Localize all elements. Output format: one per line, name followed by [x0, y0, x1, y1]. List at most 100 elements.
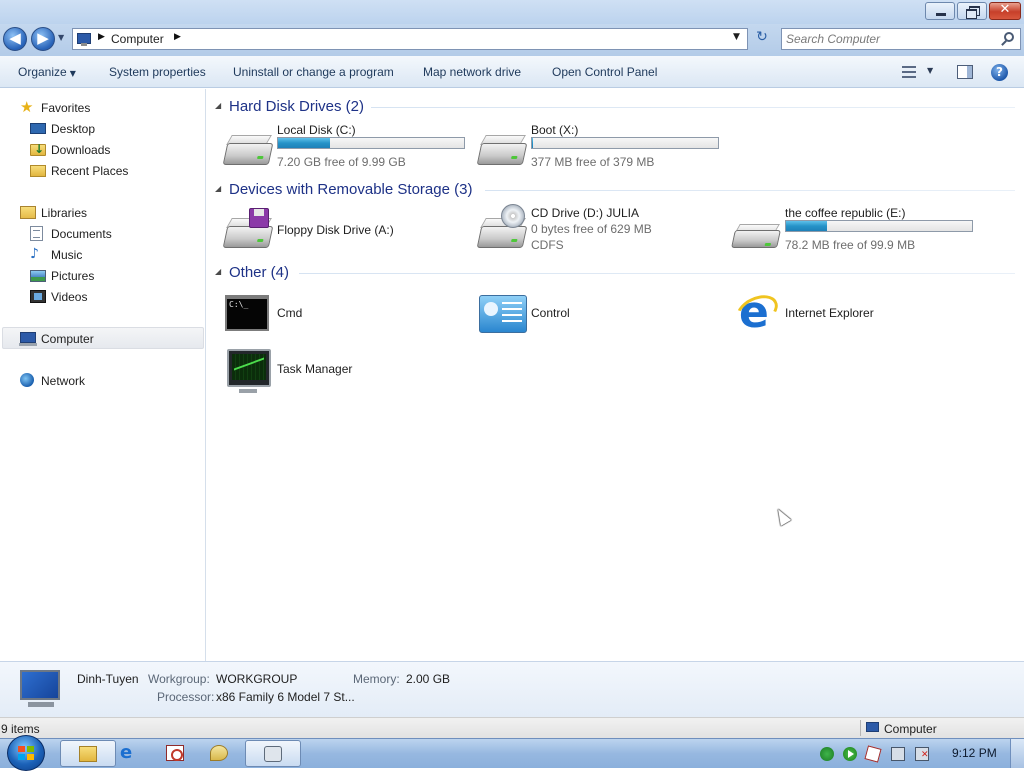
usage-bar — [277, 137, 465, 149]
group-title: Other (4) — [229, 264, 290, 281]
removable-drive-icon — [731, 214, 781, 254]
search-input[interactable] — [786, 31, 986, 47]
usage-bar-fill — [786, 221, 827, 231]
sidebar-item-label: Network — [41, 374, 86, 388]
status-bar: 9 items Computer — [0, 717, 1024, 738]
shortcut-name: Cmd — [277, 306, 303, 320]
internet-explorer-icon: e — [731, 289, 783, 335]
map-network-drive-button[interactable]: Map network drive — [423, 65, 521, 79]
cd-drive-icon — [476, 204, 528, 254]
organize-label: Organize — [18, 65, 67, 79]
drive-name: CD Drive (D:) JULIA — [531, 206, 640, 220]
preview-pane-icon[interactable] — [957, 65, 973, 79]
organize-button[interactable]: Organize ▼ — [18, 65, 76, 79]
drive-free-space: 0 bytes free of 629 MB — [531, 222, 652, 236]
group-header-hard-disk-drives[interactable]: ◢ Hard Disk Drives (2) — [215, 97, 1015, 117]
start-button[interactable] — [7, 735, 45, 771]
open-control-panel-button[interactable]: Open Control Panel — [552, 65, 657, 79]
drive-free-space: 78.2 MB free of 99.9 MB — [785, 238, 916, 252]
sidebar-item-label: Pictures — [51, 269, 95, 283]
recent-pages-dropdown-icon[interactable]: ▼ — [58, 33, 64, 42]
network-disconnected-tray-icon[interactable] — [915, 747, 929, 761]
group-header-other[interactable]: ◢ Other (4) — [215, 263, 1015, 283]
usage-bar-fill — [278, 138, 331, 148]
close-icon: ✕ — [999, 2, 1011, 17]
drive-tile-floppy-a[interactable]: Floppy Disk Drive (A:) — [222, 206, 475, 258]
chevron-down-icon[interactable]: ▼ — [733, 32, 740, 42]
taskbar-app-4[interactable] — [192, 740, 248, 767]
help-icon[interactable]: ? — [991, 64, 1008, 81]
chevron-down-icon[interactable]: ▼ — [927, 66, 933, 75]
control-panel-icon — [479, 295, 527, 335]
taskbar-app-5[interactable] — [245, 740, 301, 767]
forward-button[interactable]: ▶ — [31, 27, 55, 51]
show-desktop-button[interactable] — [1010, 739, 1024, 768]
display-tray-icon[interactable] — [891, 747, 905, 761]
security-tray-icon[interactable] — [820, 747, 834, 761]
status-divider — [860, 720, 861, 736]
recent-places-icon — [30, 165, 46, 177]
taskbar-clock[interactable]: 9:12 PM — [952, 746, 997, 760]
pictures-icon — [30, 270, 46, 282]
app-icon — [166, 745, 184, 761]
sidebar-item-label: Videos — [51, 290, 88, 304]
usage-bar — [785, 220, 973, 232]
processor-value: x86 Family 6 Model 7 St... — [216, 690, 355, 704]
collapse-icon[interactable]: ◢ — [215, 184, 221, 193]
shortcut-tile-internet-explorer[interactable]: e Internet Explorer — [731, 289, 983, 341]
shortcut-tile-control[interactable]: Control — [479, 289, 729, 341]
sidebar-item-label: Desktop — [51, 122, 96, 136]
task-manager-icon — [225, 349, 273, 393]
system-properties-button[interactable]: System properties — [109, 65, 206, 79]
drive-tile-coffee-republic-e[interactable]: the coffee republic (E:) 78.2 MB free of… — [731, 206, 983, 258]
sidebar-item-label: Documents — [51, 227, 112, 241]
computer-icon — [866, 722, 879, 732]
floppy-drive-icon — [222, 208, 274, 254]
star-icon: ★ — [20, 98, 34, 116]
chevron-right-icon[interactable]: ▶ — [98, 32, 105, 42]
shortcut-tile-cmd[interactable]: Cmd — [225, 289, 475, 341]
taskbar: e 9:12 PM — [0, 735, 1024, 771]
collapse-icon[interactable]: ◢ — [215, 267, 221, 276]
downloads-icon — [30, 142, 46, 156]
change-view-icon[interactable] — [902, 66, 916, 78]
chevron-right-icon[interactable]: ▶ — [174, 32, 181, 42]
computer-icon — [19, 332, 37, 346]
collapse-icon[interactable]: ◢ — [215, 101, 221, 110]
drive-tile-boot-x[interactable]: Boot (X:) 377 MB free of 379 MB — [476, 123, 729, 175]
media-play-tray-icon[interactable] — [843, 747, 857, 761]
status-location: Computer — [884, 722, 937, 736]
group-divider — [485, 190, 1015, 191]
back-button[interactable]: ◀ — [3, 27, 27, 51]
documents-icon — [30, 226, 43, 241]
videos-icon — [30, 290, 46, 303]
shortcut-tile-task-manager[interactable]: Task Manager — [225, 345, 475, 397]
drive-name: Floppy Disk Drive (A:) — [277, 223, 394, 237]
minimize-button[interactable] — [925, 2, 955, 20]
music-icon: ♪ — [30, 246, 39, 262]
group-divider — [371, 107, 1015, 108]
memory-value: 2.00 GB — [406, 672, 451, 686]
computer-name: Dinh-Tuyen — [77, 672, 139, 686]
close-button[interactable]: ✕ — [989, 2, 1021, 20]
drive-tile-cd-d[interactable]: CD Drive (D:) JULIA 0 bytes free of 629 … — [476, 204, 729, 258]
search-box[interactable] — [781, 28, 1021, 50]
group-header-removable-storage[interactable]: ◢ Devices with Removable Storage (3) — [215, 180, 1015, 200]
breadcrumb-computer[interactable]: Computer — [111, 32, 164, 46]
refresh-button[interactable]: ↻ — [750, 29, 774, 51]
item-count: 9 items — [1, 722, 40, 736]
sidebar-item-label: Favorites — [41, 101, 91, 115]
search-icon[interactable] — [1004, 32, 1014, 42]
sidebar-item-label: Computer — [41, 332, 94, 346]
processor-label: Processor: — [157, 690, 215, 704]
address-box[interactable]: ▶ Computer ▶ ▼ — [72, 28, 748, 50]
hard-drive-icon — [476, 131, 528, 171]
network-icon — [20, 373, 34, 387]
uninstall-program-button[interactable]: Uninstall or change a program — [233, 65, 394, 79]
drive-name: the coffee republic (E:) — [785, 206, 906, 220]
drive-tile-local-disk-c[interactable]: Local Disk (C:) 7.20 GB free of 9.99 GB — [222, 123, 475, 175]
libraries-icon — [20, 206, 36, 219]
drive-name: Local Disk (C:) — [277, 123, 356, 137]
app-tray-icon[interactable] — [864, 745, 882, 763]
restore-button[interactable] — [957, 2, 987, 20]
